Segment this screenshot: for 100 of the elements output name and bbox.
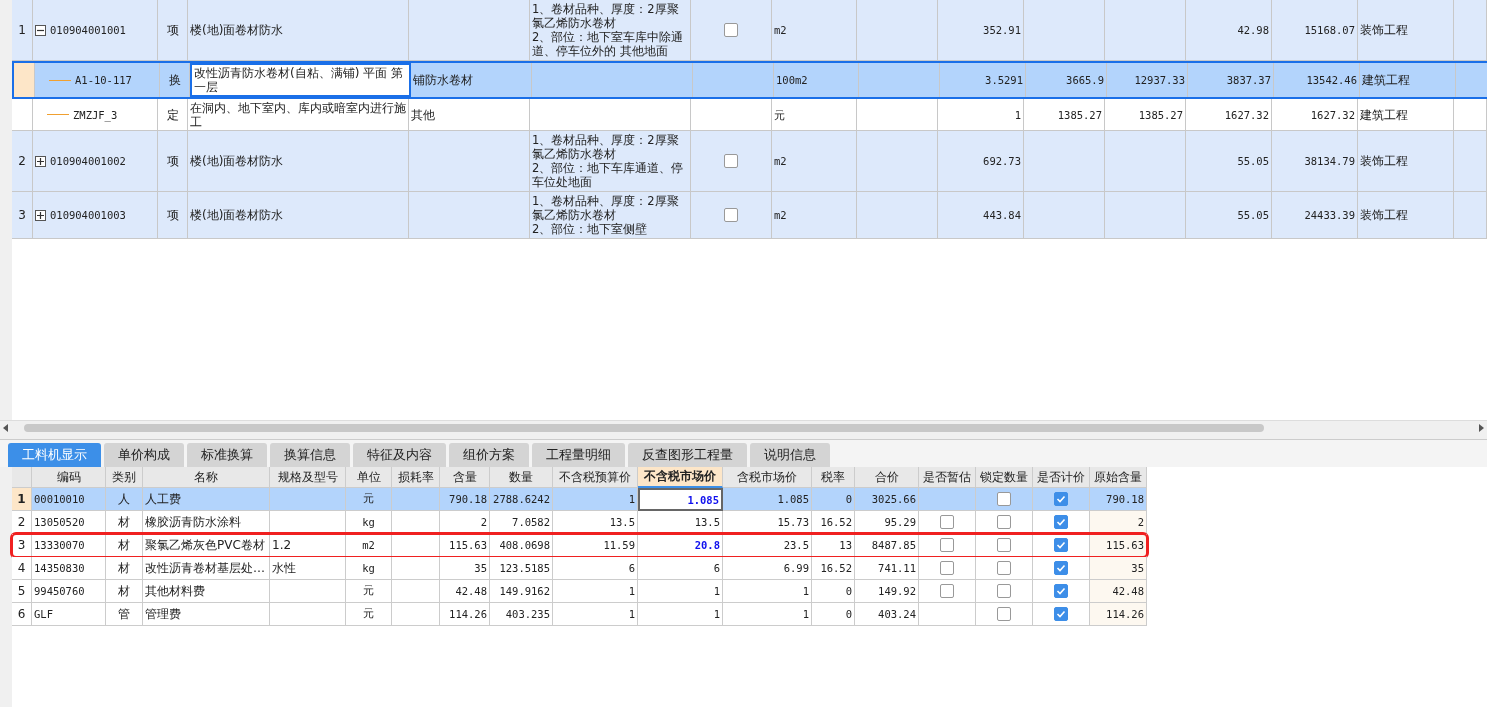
column-header[interactable]: 类别	[106, 467, 143, 488]
checkbox[interactable]	[997, 584, 1011, 598]
checkbox[interactable]	[724, 154, 738, 168]
name-input-field[interactable]: 改性沥青防水卷材(自粘、满铺) 平面 第一层	[190, 63, 411, 97]
table-cell[interactable]: 1.085	[638, 488, 723, 511]
row-number: 3	[12, 534, 32, 557]
table-cell: m2	[772, 192, 857, 238]
table-cell: 项	[158, 0, 188, 60]
table-cell[interactable]: 1	[638, 580, 723, 603]
checkbox[interactable]	[1054, 561, 1068, 575]
table-cell: 42.48	[1090, 580, 1147, 603]
collapse-icon[interactable]	[35, 24, 46, 36]
column-header[interactable]: 是否暂估	[919, 467, 976, 488]
table-row[interactable]: 1 010904001001 项 楼(地)面卷材防水 1、卷材品种、厚度：2厚聚氯乙烯防水卷材 2、部位：地下室车库中除通道、停车位外的 其他地面 m2 352.91 42.98 15168.07 装饰工程	[12, 0, 1487, 61]
column-header[interactable]: 名称	[143, 467, 270, 488]
expand-icon[interactable]	[35, 155, 46, 167]
column-header[interactable]: 规格及型号	[270, 467, 346, 488]
column-header[interactable]: 是否计价	[1033, 467, 1090, 488]
checkbox[interactable]	[1054, 515, 1068, 529]
table-row[interactable]: 1 00010010 人 人工费 元 790.18 2788.6242 1 1.085 1.085 0 3025.66 790.18	[12, 488, 1147, 511]
table-cell: GLF	[32, 603, 106, 626]
checkbox[interactable]	[997, 515, 1011, 529]
table-cell: 741.11	[855, 557, 919, 580]
column-header[interactable]: 合价	[855, 467, 919, 488]
checkbox[interactable]	[997, 561, 1011, 575]
header-corner	[12, 467, 32, 488]
table-cell[interactable]: 1	[638, 603, 723, 626]
table-cell: 1	[553, 580, 638, 603]
table-cell: 443.84	[938, 192, 1024, 238]
table-cell: 1385.27	[1024, 99, 1105, 130]
checkbox[interactable]	[1054, 538, 1068, 552]
table-cell: 材	[106, 557, 143, 580]
table-cell: kg	[346, 557, 392, 580]
table-cell: 楼(地)面卷材防水	[188, 0, 409, 60]
table-row[interactable]: 3 13330070 材 聚氯乙烯灰色PVC卷材 1.2 m2 115.63 408.0698 11.59 20.8 23.5 13 8487.85 115.63	[12, 534, 1147, 557]
horizontal-scrollbar[interactable]	[0, 420, 1487, 434]
checkbox[interactable]	[724, 23, 738, 37]
table-cell: 1	[723, 580, 812, 603]
table-cell: 0	[812, 488, 855, 511]
table-cell: 42.98	[1186, 0, 1272, 60]
column-header[interactable]: 数量	[490, 467, 553, 488]
column-header[interactable]: 含量	[440, 467, 490, 488]
checkbox[interactable]	[940, 515, 954, 529]
table-cell: 13542.46	[1274, 63, 1360, 97]
table-cell: 3.5291	[940, 63, 1026, 97]
checkbox[interactable]	[940, 538, 954, 552]
table-cell: 项	[158, 192, 188, 238]
tab[interactable]: 组价方案	[449, 443, 529, 467]
table-cell: 项	[158, 131, 188, 191]
tab[interactable]: 工程量明细	[532, 443, 625, 467]
table-cell: 管理费	[143, 603, 270, 626]
tab[interactable]: 换算信息	[270, 443, 350, 467]
column-header[interactable]: 不含税预算价	[553, 467, 638, 488]
table-cell: 24433.39	[1272, 192, 1358, 238]
table-cell[interactable]: 6	[638, 557, 723, 580]
table-cell: 114.26	[440, 603, 490, 626]
table-cell: 352.91	[938, 0, 1024, 60]
column-header[interactable]: 损耗率	[392, 467, 440, 488]
column-header[interactable]: 锁定数量	[976, 467, 1033, 488]
tree-branch-line	[47, 114, 69, 115]
checkbox[interactable]	[724, 208, 738, 222]
table-cell: 1	[938, 99, 1024, 130]
column-header[interactable]: 含税市场价	[723, 467, 812, 488]
checkbox[interactable]	[1054, 607, 1068, 621]
tab[interactable]: 说明信息	[750, 443, 830, 467]
checkbox[interactable]	[997, 607, 1011, 621]
column-header[interactable]: 税率	[812, 467, 855, 488]
checkbox[interactable]	[997, 492, 1011, 506]
column-header[interactable]: 不含税市场价	[638, 467, 723, 488]
checkmark-icon	[1056, 540, 1066, 550]
column-header[interactable]: 编码	[32, 467, 106, 488]
table-row[interactable]: 3 010904001003 项 楼(地)面卷材防水 1、卷材品种、厚度：2厚聚氯乙烯防水卷材 2、部位：地下室侧壁 m2 443.84 55.05 24433.39 装饰工程	[12, 192, 1487, 239]
table-cell: 0	[812, 603, 855, 626]
table-row[interactable]: 5 99450760 材 其他材料费 元 42.48 149.9162 1 1 1 0 149.92 42.48	[12, 580, 1147, 603]
checkbox[interactable]	[997, 538, 1011, 552]
tab[interactable]: 标准换算	[187, 443, 267, 467]
table-row[interactable]: 2 010904001002 项 楼(地)面卷材防水 1、卷材品种、厚度：2厚聚氯乙烯防水卷材 2、部位：地下车库通道、停车位处地面 m2 692.73 55.05 38134.79 装饰工程	[12, 131, 1487, 192]
table-row[interactable]: 6 GLF 管 管理费 元 114.26 403.235 1 1 1 0 403.24 114.26	[12, 603, 1147, 626]
table-cell: 聚氯乙烯灰色PVC卷材	[143, 534, 270, 557]
item-code: 010904001003	[50, 208, 126, 222]
checkbox[interactable]	[1054, 492, 1068, 506]
expand-icon[interactable]	[35, 209, 46, 221]
table-cell: 3025.66	[855, 488, 919, 511]
table-row[interactable]: 2 13050520 材 橡胶沥青防水涂料 kg 2 7.0582 13.5 13.5 15.73 16.52 95.29 2	[12, 511, 1147, 534]
scrollbar-thumb[interactable]	[24, 423, 1264, 432]
item-code: ZMZJF_3	[73, 107, 118, 122]
tab[interactable]: 特征及内容	[353, 443, 446, 467]
checkbox[interactable]	[940, 561, 954, 575]
table-cell: 3837.37	[1188, 63, 1274, 97]
table-cell: 1627.32	[1272, 99, 1358, 130]
column-header[interactable]: 原始含量	[1090, 467, 1147, 488]
column-header[interactable]: 单位	[346, 467, 392, 488]
checkbox[interactable]	[940, 584, 954, 598]
checkbox[interactable]	[1054, 584, 1068, 598]
table-cell: 楼(地)面卷材防水	[188, 131, 409, 191]
tab[interactable]: 单价构成	[104, 443, 184, 467]
checkmark-icon	[1056, 586, 1066, 596]
tab[interactable]: 反查图形工程量	[628, 443, 747, 467]
table-cell: m2	[772, 131, 857, 191]
table-row[interactable]: 4 14350830 材 改性沥青卷材基层处… 水性 kg 35 123.5185 6 6 6.99 16.52 741.11 35	[12, 557, 1147, 580]
